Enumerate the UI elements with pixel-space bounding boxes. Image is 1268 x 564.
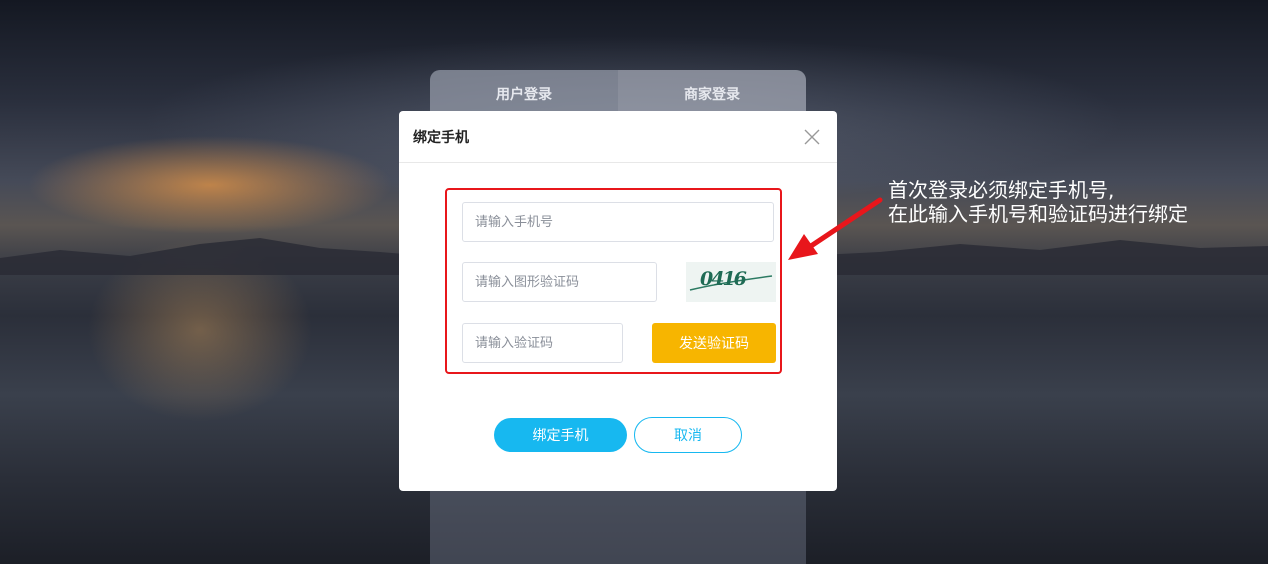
sms-code-input[interactable]: [462, 323, 623, 363]
image-code-input[interactable]: [462, 262, 657, 302]
dialog-title: 绑定手机: [413, 129, 469, 146]
bind-phone-button[interactable]: 绑定手机: [494, 418, 627, 452]
send-code-button[interactable]: 发送验证码: [652, 323, 776, 363]
cancel-button[interactable]: 取消: [634, 417, 742, 453]
bind-phone-dialog: 绑定手机 0416 发送验证码 绑定手机 取消: [399, 111, 837, 491]
svg-text:0416: 0416: [700, 268, 747, 290]
captcha-image[interactable]: 0416: [686, 262, 776, 302]
red-arrow-icon: [788, 197, 883, 260]
annotation-line-2: 在此输入手机号和验证码进行绑定: [888, 202, 1188, 226]
phone-input[interactable]: [462, 202, 774, 242]
highlighted-form-area: 0416 发送验证码: [445, 188, 782, 374]
annotation-line-1: 首次登录必须绑定手机号,: [888, 178, 1115, 202]
annotation-text: 首次登录必须绑定手机号, 在此输入手机号和验证码进行绑定: [888, 178, 1188, 226]
close-icon[interactable]: [803, 128, 821, 146]
dialog-header: 绑定手机: [399, 111, 837, 163]
